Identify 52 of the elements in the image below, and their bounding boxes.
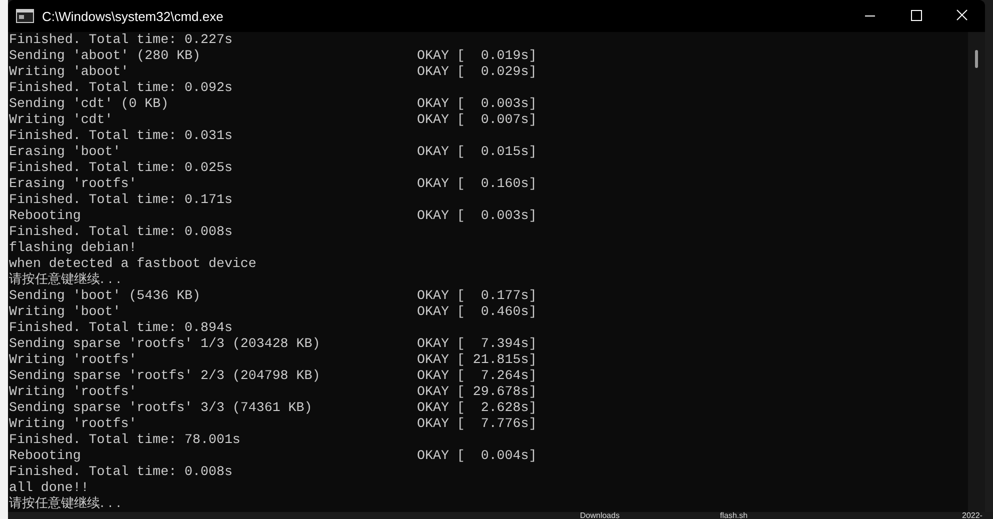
console-line: Writing 'boot' — [9, 304, 122, 320]
file-name[interactable]: 2022- — [962, 512, 982, 519]
status-result: OKAY [ 0.160s] — [417, 176, 538, 192]
console-line: Erasing 'boot' — [9, 144, 122, 160]
status-result: OKAY [ 0.177s] — [417, 288, 538, 304]
status-result: OKAY [ 2.628s] — [417, 400, 538, 416]
status-result: OKAY [ 7.394s] — [417, 336, 538, 352]
status-result: OKAY [ 0.003s] — [417, 208, 538, 224]
status-result: OKAY [ 0.003s] — [417, 96, 538, 112]
console-line: Sending sparse 'rootfs' 2/3 (204798 KB) — [9, 368, 322, 384]
console-line: Sending 'boot' (5436 KB) — [9, 288, 202, 304]
status-result: OKAY [ 21.815s] — [417, 352, 538, 368]
console-line: Rebooting — [9, 448, 82, 464]
status-result: OKAY [ 0.019s] — [417, 48, 538, 64]
console-line: 请按任意键继续. . . — [9, 272, 122, 288]
console-line: all done!! — [9, 480, 90, 496]
console-line: Writing 'rootfs' — [9, 384, 138, 400]
scrollbar[interactable] — [968, 32, 985, 512]
console-line: Writing 'rootfs' — [9, 352, 138, 368]
file-name[interactable]: flash.sh — [720, 512, 748, 519]
console-line: when detected a fastboot device — [9, 256, 258, 272]
console-line: Finished. Total time: 0.008s — [9, 224, 234, 240]
file-name[interactable]: Downloads — [580, 512, 620, 519]
status-result: OKAY [ 0.007s] — [417, 112, 538, 128]
console-line: Finished. Total time: 0.008s — [9, 464, 234, 480]
console-line: Finished. Total time: 0.171s — [9, 192, 234, 208]
status-result: OKAY [ 29.678s] — [417, 384, 538, 400]
console-line: Finished. Total time: 78.001s — [9, 432, 242, 448]
status-result: OKAY [ 0.460s] — [417, 304, 538, 320]
status-result: OKAY [ 0.029s] — [417, 64, 538, 80]
console-line: 请按任意键继续. . . — [9, 496, 122, 512]
console-line: Finished. Total time: 0.092s — [9, 80, 234, 96]
status-result: OKAY [ 0.004s] — [417, 448, 538, 464]
console-line: Writing 'rootfs' — [9, 416, 138, 432]
console-line: Sending sparse 'rootfs' 1/3 (203428 KB) — [9, 336, 322, 352]
status-result: OKAY [ 7.776s] — [417, 416, 538, 432]
console-app-icon — [16, 9, 34, 23]
console-line: Sending 'cdt' (0 KB) — [9, 96, 170, 112]
console-line: Finished. Total time: 0.025s — [9, 160, 234, 176]
status-result: OKAY [ 7.264s] — [417, 368, 538, 384]
console-line: Sending 'aboot' (280 KB) — [9, 48, 202, 64]
console-line: Rebooting — [9, 208, 82, 224]
console-line: flashing debian! — [9, 240, 138, 256]
window-title: C:\Windows\system32\cmd.exe — [42, 8, 224, 24]
console-line: Writing 'aboot' — [9, 64, 130, 80]
console-line: Finished. Total time: 0.894s — [9, 320, 234, 336]
console-line: Sending sparse 'rootfs' 3/3 (74361 KB) — [9, 400, 314, 416]
status-result: OKAY [ 0.015s] — [417, 144, 538, 160]
console-line: Writing 'cdt' — [9, 112, 114, 128]
console-line: Finished. Total time: 0.227s — [9, 32, 234, 48]
console-line: Erasing 'rootfs' — [9, 176, 138, 192]
console-line: Finished. Total time: 0.031s — [9, 128, 234, 144]
